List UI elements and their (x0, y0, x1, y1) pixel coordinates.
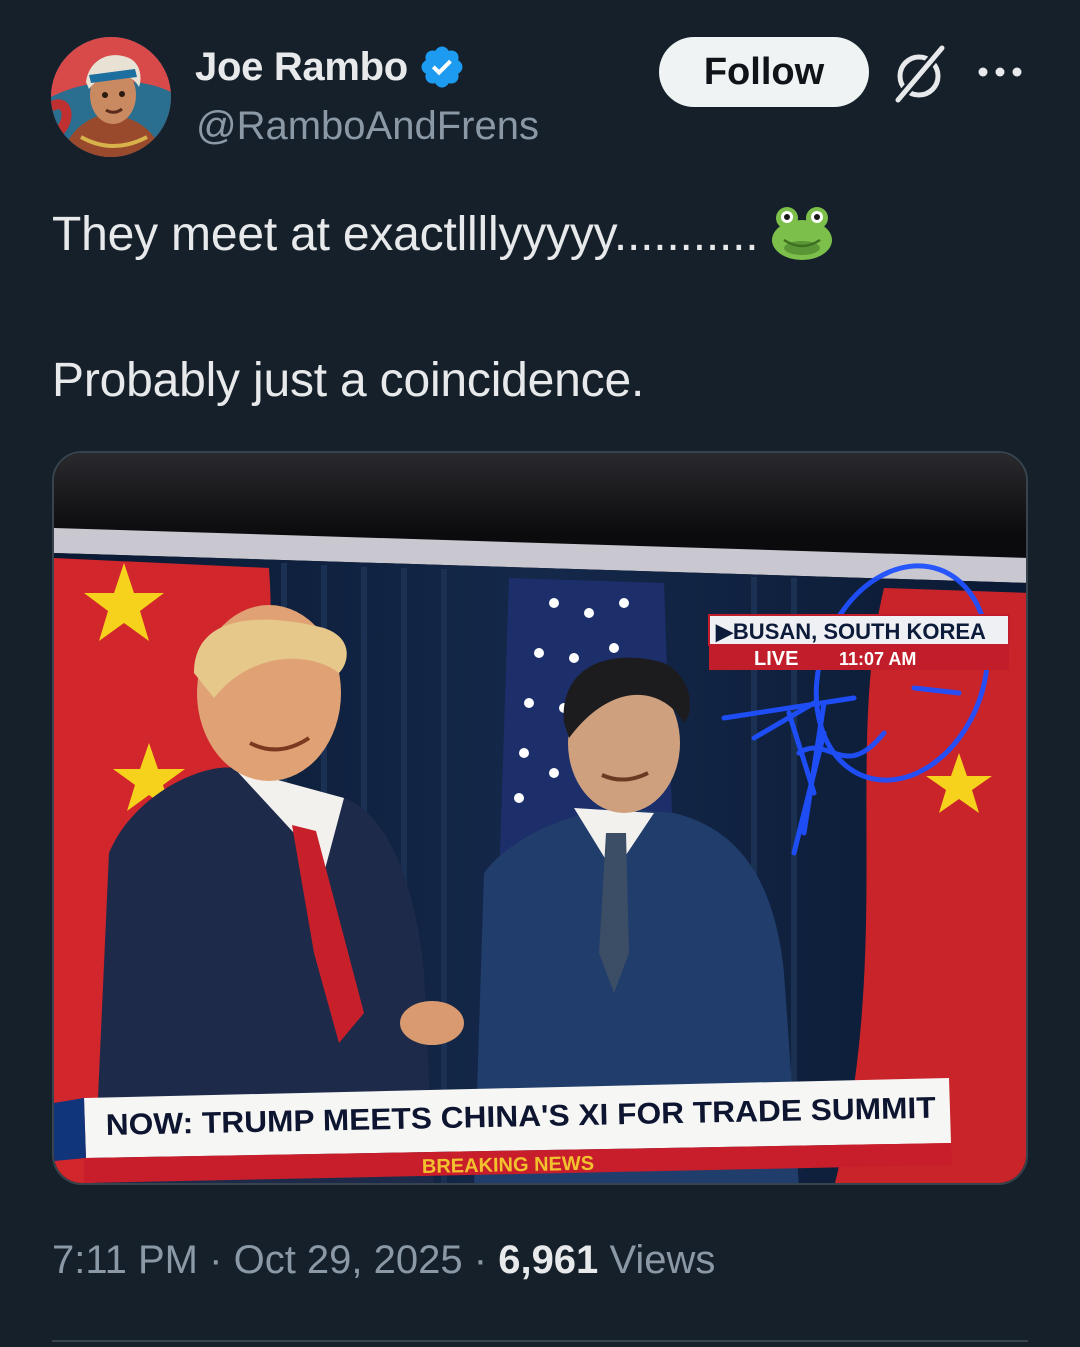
tweet-date[interactable]: Oct 29, 2025 (234, 1238, 463, 1282)
location-label: ▶BUSAN, SOUTH KOREA (715, 619, 986, 644)
live-time-label: 11:07 AM (839, 649, 916, 669)
news-broadcast-photo: ▶BUSAN, SOUTH KOREA LIVE 11:07 AM NOW: T… (54, 453, 1026, 1183)
author-name-row: Joe Rambo (195, 40, 466, 94)
tweet-line-1-text: They meet at exactllllyyyyy........... (52, 208, 759, 261)
more-icon[interactable] (975, 62, 1025, 82)
tweet-meta: 7:11 PM · Oct 29, 2025 · 6,961 Views (52, 1238, 715, 1283)
breaking-news-label: BREAKING NEWS (422, 1153, 595, 1178)
author-avatar[interactable] (51, 37, 171, 157)
tweet-media-image[interactable]: ▶BUSAN, SOUTH KOREA LIVE 11:07 AM NOW: T… (52, 451, 1028, 1185)
divider (52, 1340, 1028, 1342)
tweet-time[interactable]: 7:11 PM (52, 1238, 198, 1282)
meta-separator: · (473, 1238, 488, 1282)
meta-separator: · (209, 1238, 223, 1282)
frog-face-icon (772, 207, 833, 260)
grok-icon[interactable] (890, 44, 950, 104)
cartoon-avatar-icon (51, 37, 171, 157)
live-label: LIVE (754, 648, 798, 670)
author-display-name[interactable]: Joe Rambo (195, 45, 408, 90)
views-count[interactable]: 6,961 (498, 1238, 598, 1282)
verified-badge-icon[interactable] (418, 43, 466, 91)
views-label[interactable]: Views (609, 1238, 715, 1282)
tweet-line-1: They meet at exactllllyyyyy........... (52, 200, 1032, 270)
tweet-text: They meet at exactllllyyyyy........... P… (52, 200, 1032, 416)
follow-button[interactable]: Follow (659, 37, 869, 107)
tweet-line-2: Probably just a coincidence. (52, 354, 645, 407)
author-handle[interactable]: @RamboAndFrens (196, 104, 539, 149)
